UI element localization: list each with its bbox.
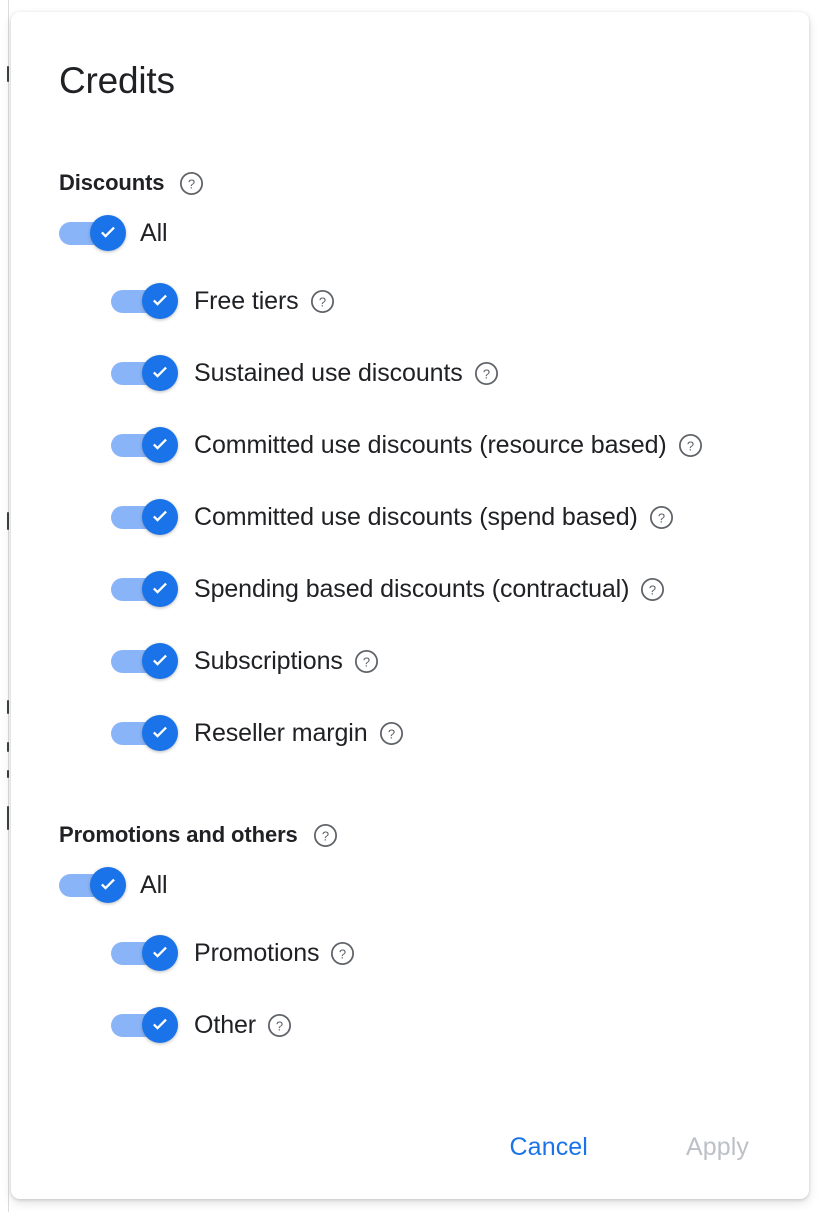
toggle-row-promotions-all[interactable]: All: [59, 866, 761, 904]
toggle-row-spending-based-discounts-contractual[interactable]: Spending based discounts (contractual) ?: [111, 570, 761, 608]
toggle-label: Spending based discounts (contractual): [194, 575, 630, 603]
help-outline-icon[interactable]: ?: [179, 171, 204, 196]
section-header-discounts: Discounts ?: [59, 170, 761, 196]
toggle-switch-subscriptions[interactable]: [111, 643, 178, 679]
toggle-row-reseller-margin[interactable]: Reseller margin ?: [111, 714, 761, 752]
background-mark: [7, 742, 9, 752]
check-icon: [101, 878, 115, 890]
toggle-switch-promotions[interactable]: [111, 935, 178, 971]
page-title: Credits: [59, 60, 175, 101]
svg-text:?: ?: [276, 1018, 283, 1033]
toggle-switch-committed-use-discounts-spend-based[interactable]: [111, 499, 178, 535]
toggle-switch-other[interactable]: [111, 1007, 178, 1043]
toggle-row-free-tiers[interactable]: Free tiers ?: [111, 282, 761, 320]
toggle-label: Committed use discounts (resource based): [194, 431, 667, 459]
cancel-button[interactable]: Cancel: [492, 1124, 606, 1170]
check-icon: [153, 366, 167, 378]
toggle-row-subscriptions[interactable]: Subscriptions ?: [111, 642, 761, 680]
toggle-thumb: [142, 643, 178, 679]
dialog-actions: Cancel Apply: [11, 1095, 809, 1199]
toggle-label: Committed use discounts (spend based): [194, 503, 638, 531]
toggle-switch-free-tiers[interactable]: [111, 283, 178, 319]
toggle-row-committed-use-discounts-resource-based[interactable]: Committed use discounts (resource based)…: [111, 426, 761, 464]
check-icon: [153, 294, 167, 306]
section-title: Promotions and others: [59, 822, 298, 847]
toggle-switch-committed-use-discounts-resource-based[interactable]: [111, 427, 178, 463]
help-outline-icon[interactable]: ?: [330, 941, 355, 966]
check-icon: [101, 226, 115, 238]
toggle-label: Other: [194, 1011, 257, 1039]
toggle-label: Subscriptions: [194, 647, 343, 675]
toggle-row-other[interactable]: Other ?: [111, 1006, 761, 1044]
toggle-label: All: [140, 219, 168, 247]
toggle-thumb: [90, 867, 126, 903]
svg-text:?: ?: [363, 654, 370, 669]
help-outline-icon[interactable]: ?: [310, 289, 335, 314]
svg-text:?: ?: [188, 176, 195, 191]
background-mark: [7, 700, 9, 714]
toggle-thumb: [142, 499, 178, 535]
toggle-thumb: [90, 215, 126, 251]
toggle-switch-promotions-all[interactable]: [59, 867, 126, 903]
toggle-label: Promotions: [194, 939, 320, 967]
background-mark: [7, 66, 9, 82]
toggle-row-promotions[interactable]: Promotions ?: [111, 934, 761, 972]
check-icon: [153, 654, 167, 666]
check-icon: [153, 510, 167, 522]
toggle-thumb: [142, 283, 178, 319]
svg-text:?: ?: [649, 582, 656, 597]
check-icon: [153, 946, 167, 958]
svg-text:?: ?: [686, 438, 693, 453]
toggle-thumb: [142, 427, 178, 463]
toggle-switch-sustained-use-discounts[interactable]: [111, 355, 178, 391]
apply-button[interactable]: Apply: [668, 1124, 767, 1170]
check-icon: [153, 726, 167, 738]
toggle-row-discounts-all[interactable]: All: [59, 214, 761, 252]
background-mark: [7, 770, 9, 778]
background-page-edge: [8, 0, 9, 1212]
toggle-switch-discounts-all[interactable]: [59, 215, 126, 251]
help-outline-icon[interactable]: ?: [649, 505, 674, 530]
help-outline-icon[interactable]: ?: [354, 649, 379, 674]
background-mark: [7, 806, 9, 830]
section-discounts: Discounts ? All Free tiers ? Sustained u…: [59, 170, 761, 752]
dialog-content: Credits Discounts ? All Free tiers ? Sus…: [11, 12, 809, 1044]
toggle-thumb: [142, 715, 178, 751]
svg-text:?: ?: [322, 828, 329, 843]
svg-text:?: ?: [658, 510, 665, 525]
help-outline-icon[interactable]: ?: [474, 361, 499, 386]
svg-text:?: ?: [387, 726, 394, 741]
help-outline-icon[interactable]: ?: [678, 433, 703, 458]
toggle-thumb: [142, 355, 178, 391]
section-promotions-and-others: Promotions and others ? All Promotions ?…: [59, 822, 761, 1044]
help-outline-icon[interactable]: ?: [267, 1013, 292, 1038]
svg-text:?: ?: [318, 294, 325, 309]
toggle-row-sustained-use-discounts[interactable]: Sustained use discounts ?: [111, 354, 761, 392]
svg-text:?: ?: [483, 366, 490, 381]
svg-text:?: ?: [339, 946, 346, 961]
toggle-switch-spending-based-discounts-contractual[interactable]: [111, 571, 178, 607]
toggle-label: Free tiers: [194, 287, 299, 315]
toggle-label: Sustained use discounts: [194, 359, 463, 387]
toggle-thumb: [142, 935, 178, 971]
toggle-label: Reseller margin: [194, 719, 368, 747]
section-title: Discounts: [59, 170, 165, 195]
background-mark: [7, 512, 9, 530]
toggle-label: All: [140, 871, 168, 899]
section-header-promotions-and-others: Promotions and others ?: [59, 822, 761, 848]
check-icon: [153, 438, 167, 450]
check-icon: [153, 582, 167, 594]
toggle-thumb: [142, 1007, 178, 1043]
help-outline-icon[interactable]: ?: [640, 577, 665, 602]
help-outline-icon[interactable]: ?: [313, 823, 338, 848]
toggle-row-committed-use-discounts-spend-based[interactable]: Committed use discounts (spend based) ?: [111, 498, 761, 536]
check-icon: [153, 1018, 167, 1030]
credits-dialog: Credits Discounts ? All Free tiers ? Sus…: [11, 12, 809, 1199]
toggle-thumb: [142, 571, 178, 607]
help-outline-icon[interactable]: ?: [379, 721, 404, 746]
toggle-switch-reseller-margin[interactable]: [111, 715, 178, 751]
